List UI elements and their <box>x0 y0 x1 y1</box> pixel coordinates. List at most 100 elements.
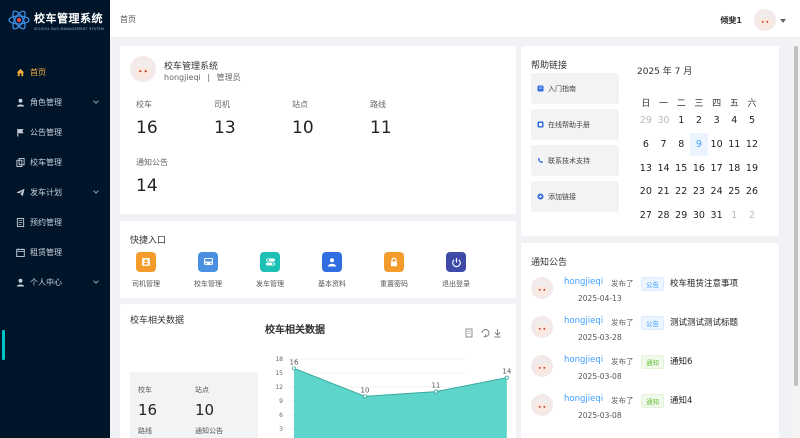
notice-item[interactable]: hongjieqi 发布了 公告 测试测试测试标题 2025-03-28 <box>531 316 771 356</box>
calendar-day[interactable]: 13 <box>637 156 655 180</box>
calendar-day-today[interactable]: 9 <box>690 132 708 157</box>
calendar-day[interactable]: 17 <box>708 156 726 180</box>
chevron-down-icon <box>93 278 99 284</box>
notice-title[interactable]: 校车租赁注意事项 <box>670 277 738 289</box>
notice-user[interactable]: hongjieqi <box>564 394 603 404</box>
sidebar-item-personal-center[interactable]: 个人中心 <box>0 267 110 297</box>
quick-label: 退出登录 <box>442 280 470 288</box>
sidebar: 校车管理系统 SCHOOL BUS MANAGEMENT SYSTEM 首页 角… <box>0 0 110 438</box>
notice-title[interactable]: 通知4 <box>670 394 692 406</box>
power-icon <box>446 252 466 272</box>
quick-entry-title: 快捷入口 <box>130 236 167 246</box>
user-icon <box>15 277 25 287</box>
header-username[interactable]: 倾斐1 <box>720 15 742 26</box>
calendar-day[interactable]: 30 <box>655 109 673 133</box>
notice-user[interactable]: hongjieqi <box>564 355 603 365</box>
quick-logout[interactable]: 退出登录 <box>431 252 481 289</box>
calendar-day[interactable]: 4 <box>725 109 743 133</box>
atom-logo-icon <box>8 9 30 31</box>
calendar-day[interactable]: 2 <box>690 109 708 133</box>
calendar-day[interactable]: 7 <box>655 133 673 157</box>
calendar-day[interactable]: 18 <box>725 156 743 180</box>
help-link-online-manual[interactable]: 在线帮助手册 <box>531 109 619 140</box>
quick-basic-profile[interactable]: 基本资料 <box>307 252 357 289</box>
notice-item[interactable]: hongjieqi 发布了 公告 校车租赁注意事项 2025-04-13 <box>531 277 771 317</box>
quick-reset-password[interactable]: 重置密码 <box>369 252 419 289</box>
calendar-day[interactable]: 29 <box>637 109 655 133</box>
notice-user[interactable]: hongjieqi <box>564 277 603 287</box>
calendar-day[interactable]: 24 <box>708 180 726 204</box>
calendar-day[interactable]: 3 <box>708 109 726 133</box>
calendar-day[interactable]: 25 <box>725 180 743 204</box>
calendar-day[interactable]: 20 <box>637 180 655 204</box>
calendar-day[interactable]: 8 <box>672 133 690 157</box>
calendar-day[interactable]: 19 <box>743 156 761 180</box>
notice-title[interactable]: 通知6 <box>670 355 692 367</box>
calendar-day[interactable]: 10 <box>708 133 726 157</box>
sidebar-item-label: 发车计划 <box>30 187 62 197</box>
calendar-day[interactable]: 14 <box>655 156 673 180</box>
help-link-add[interactable]: 添加链接 <box>531 181 619 212</box>
calendar-day[interactable]: 29 <box>672 204 690 228</box>
quick-departure-management[interactable]: 发车管理 <box>245 252 295 289</box>
calendar-day[interactable]: 28 <box>655 204 673 228</box>
mini-stat-label: 通知公告 <box>195 427 223 435</box>
calendar-day[interactable]: 23 <box>690 180 708 204</box>
quick-driver-management[interactable]: 司机管理 <box>121 252 171 289</box>
chevron-down-icon <box>93 98 99 104</box>
calendar-day[interactable]: 16 <box>690 156 708 180</box>
notice-item[interactable]: hongjieqi 发布了 通知 通知4 2025-03-08 <box>531 394 771 434</box>
calendar-day[interactable]: 30 <box>690 204 708 228</box>
data-view-icon[interactable] <box>465 328 473 338</box>
breadcrumb[interactable]: 首页 <box>120 14 136 25</box>
sidebar-item-roles[interactable]: 角色管理 <box>0 87 110 117</box>
refresh-icon[interactable] <box>481 329 490 338</box>
notice-action: 发布了 <box>611 318 634 327</box>
calendar-day[interactable]: 11 <box>725 133 743 157</box>
stat-drivers: 司机 13 <box>214 99 236 138</box>
download-icon[interactable] <box>494 329 501 338</box>
help-link-getting-started[interactable]: 入门指南 <box>531 73 619 104</box>
sidebar-item-buses[interactable]: 校车管理 <box>0 147 110 177</box>
stat-label: 路线 <box>370 100 386 109</box>
notice-item[interactable]: hongjieqi 发布了 通知 通知6 2025-03-08 <box>531 355 771 395</box>
notice-title[interactable]: 测试测试测试标题 <box>670 316 738 328</box>
stat-value: 14 <box>136 176 158 196</box>
sidebar-item-announcements[interactable]: 公告管理 <box>0 117 110 147</box>
caret-down-icon[interactable] <box>780 19 786 23</box>
mini-stats-panel: 校车 16 站点 10 路线 通知公告 <box>130 372 258 438</box>
calendar-day[interactable]: 1 <box>725 204 743 228</box>
calendar-day[interactable]: 5 <box>743 109 761 133</box>
top-header: 首页 倾斐1 <box>110 0 800 38</box>
calendar-day[interactable]: 1 <box>672 109 690 133</box>
quick-bus-management[interactable]: 校车管理 <box>183 252 233 289</box>
calendar-title: 2025 年 7 月 <box>637 67 693 77</box>
logo[interactable]: 校车管理系统 SCHOOL BUS MANAGEMENT SYSTEM <box>0 0 110 40</box>
sidebar-item-home[interactable]: 首页 <box>0 57 110 87</box>
calendar-day[interactable]: 21 <box>655 180 673 204</box>
avatar[interactable] <box>754 9 776 31</box>
page-scrollbar[interactable] <box>792 38 800 438</box>
data-label: 14 <box>502 368 511 376</box>
notice-date: 2025-03-08 <box>578 372 622 381</box>
calendar-day[interactable]: 31 <box>708 204 726 228</box>
sidebar-scroll-indicator[interactable] <box>2 330 5 360</box>
stat-value: 11 <box>370 118 392 138</box>
help-link-support[interactable]: 联系技术支持 <box>531 145 619 176</box>
scrollbar-thumb[interactable] <box>794 46 798 386</box>
notice-user[interactable]: hongjieqi <box>564 316 603 326</box>
profile-account: hongjieqi <box>164 73 201 82</box>
calendar-day[interactable]: 2 <box>743 204 761 228</box>
sidebar-item-departure-plan[interactable]: 发车计划 <box>0 177 110 207</box>
calendar-day[interactable]: 12 <box>743 133 761 157</box>
calendar-day[interactable]: 6 <box>637 133 655 157</box>
sidebar-item-reservations[interactable]: 预约管理 <box>0 207 110 237</box>
calendar-day[interactable]: 15 <box>672 156 690 180</box>
area-chart-svg: 校车相关数据 036912151816101114 <box>265 323 512 438</box>
notice-tag: 公告 <box>641 277 664 291</box>
calendar-day[interactable]: 26 <box>743 180 761 204</box>
calendar-day[interactable]: 27 <box>637 204 655 228</box>
sidebar-item-rentals[interactable]: 租赁管理 <box>0 237 110 267</box>
notice-tag: 公告 <box>641 316 664 330</box>
calendar-day[interactable]: 22 <box>672 180 690 204</box>
